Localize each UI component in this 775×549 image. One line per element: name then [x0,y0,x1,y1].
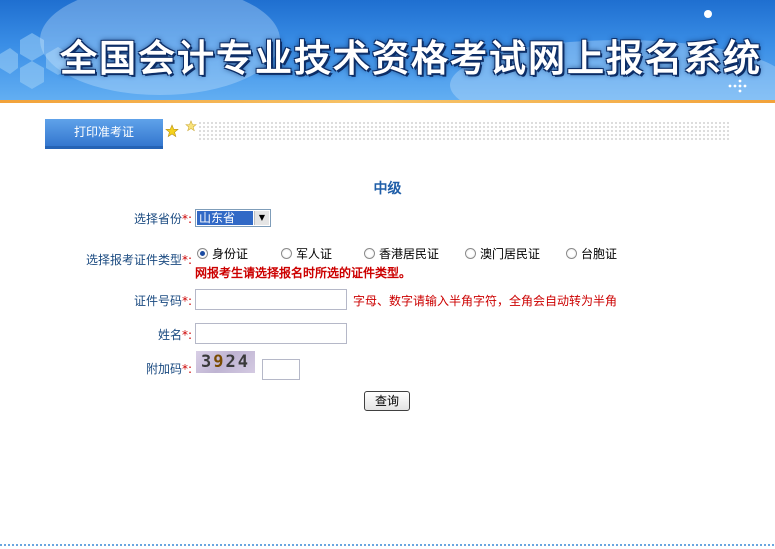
captcha-input[interactable] [262,359,300,380]
radio-button[interactable] [465,247,476,259]
header-banner: 全国会计专业技术资格考试网上报名系统 [0,0,775,100]
banner-divider [0,100,775,103]
radio-button[interactable] [566,247,577,259]
radio-taiwan-card[interactable]: 台胞证 [566,246,617,261]
province-label: 选择省份*: [133,212,192,226]
radio-id-card[interactable]: 身份证 [197,246,248,261]
footer-divider [0,544,775,546]
star-icon [185,120,197,132]
province-selected-value: 山东省 [197,211,253,225]
radio-button-checked[interactable] [197,247,208,259]
id-number-label: 证件号码*: [133,294,192,308]
tab-print-admission-ticket[interactable]: 打印准考证 [45,119,163,149]
id-number-hint: 字母、数字请输入半角字符，全角会自动转为半角 [353,294,618,308]
name-input[interactable] [195,323,347,344]
id-type-label: 选择报考证件类型*: [85,253,192,267]
tab-bar-dotted-strip [198,121,730,142]
captcha-label: 附加码*: [145,362,192,376]
query-button[interactable]: 查询 [364,391,410,411]
province-select[interactable]: 山东省 ▼ [195,209,271,227]
exam-level-heading: 中级 [373,181,402,197]
chevron-down-icon[interactable]: ▼ [254,211,269,225]
system-title: 全国会计专业技术资格考试网上报名系统 [60,36,762,80]
id-number-input[interactable] [195,289,347,310]
name-label: 姓名*: [157,328,192,342]
radio-hongkong-card[interactable]: 香港居民证 [364,246,439,261]
captcha-image[interactable]: 3924 [196,351,255,373]
star-icon [165,124,179,138]
radio-button[interactable] [281,247,292,259]
radio-macao-card[interactable]: 澳门居民证 [465,246,540,261]
radio-button[interactable] [364,247,375,259]
id-type-warning: 网报考生请选择报名时所选的证件类型。 [195,266,412,280]
radio-military-card[interactable]: 军人证 [281,246,332,261]
